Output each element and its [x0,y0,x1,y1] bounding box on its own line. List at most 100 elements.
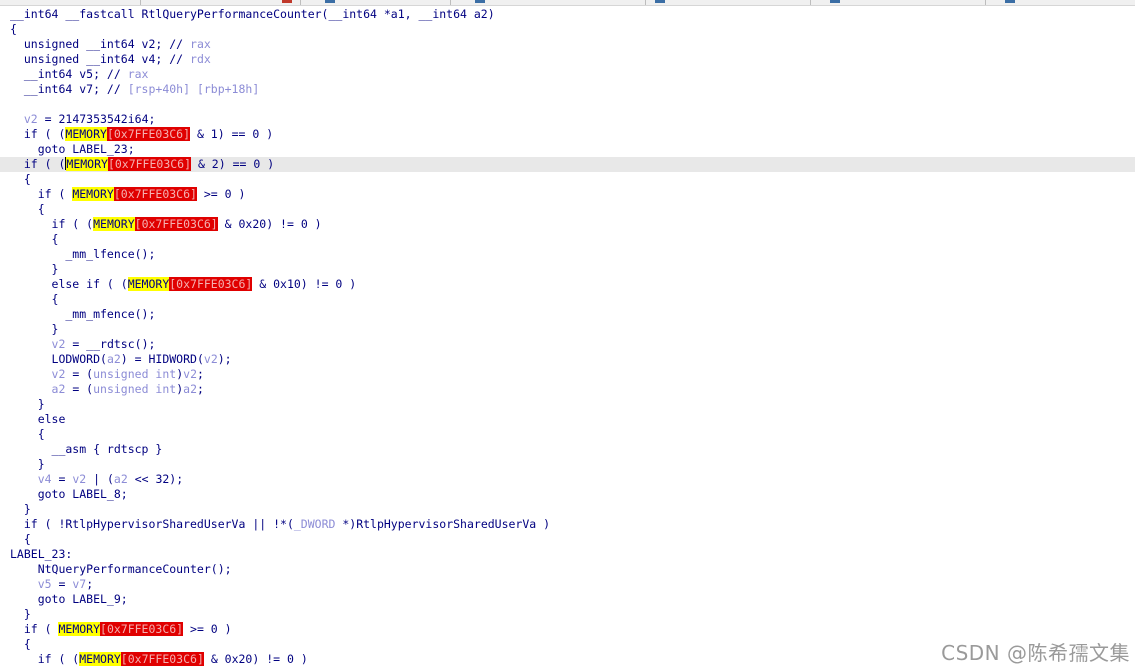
code-line[interactable]: if ( !RtlpHypervisorSharedUserVa || !*(_… [0,517,1135,532]
variable-token[interactable]: v4 [38,472,52,486]
pseudocode-view[interactable]: __int64 __fastcall RtlQueryPerformanceCo… [0,7,1135,667]
code-token: } [10,502,31,516]
code-line[interactable]: __asm { rdtscp } [0,442,1135,457]
code-line[interactable]: v4 = v2 | (a2 << 32); [0,472,1135,487]
memory-address-token[interactable]: [0x7FFE03C6] [100,622,184,636]
code-line[interactable]: _mm_lfence(); [0,247,1135,262]
code-token: >= 0 ) [196,187,246,201]
code-line[interactable]: goto LABEL_9; [0,592,1135,607]
code-line[interactable]: LABEL_23: [0,547,1135,562]
code-line[interactable]: a2 = (unsigned int)a2; [0,382,1135,397]
variable-token[interactable]: a2 [114,472,128,486]
code-token: } [10,322,59,336]
variable-token[interactable]: a2 [52,382,66,396]
code-line[interactable]: { [0,172,1135,187]
variable-token[interactable]: v2 [24,112,38,126]
code-line[interactable]: unsigned __int64 v2; // rax [0,37,1135,52]
code-line[interactable]: { [0,232,1135,247]
code-token: << 32); [127,472,184,486]
code-line[interactable]: if ( MEMORY[0x7FFE03C6] >= 0 ) [0,622,1135,637]
memory-address-token[interactable]: [0x7FFE03C6] [134,217,218,231]
tab-indicator[interactable] [1005,0,1015,3]
memory-address-token[interactable]: [0x7FFE03C6] [113,187,197,201]
code-line-current[interactable]: if ( (MEMORY[0x7FFE03C6] & 2) == 0 ) [0,157,1135,172]
label-token[interactable]: LABEL_23: [10,547,72,561]
memory-macro-token[interactable]: MEMORY [72,187,114,201]
code-line[interactable]: goto LABEL_8; [0,487,1135,502]
code-token: __int64 v7; // [10,82,128,96]
memory-address-token[interactable]: [0x7FFE03C6] [106,127,191,141]
code-line[interactable]: } [0,607,1135,622]
memory-address-token[interactable]: [0x7FFE03C6] [107,157,192,171]
code-line[interactable]: __int64 __fastcall RtlQueryPerformanceCo… [0,7,1135,22]
variable-token[interactable]: a2 [107,352,121,366]
code-line[interactable]: } [0,262,1135,277]
memory-macro-token[interactable]: MEMORY [93,217,135,231]
code-line[interactable]: { [0,427,1135,442]
code-token: _mm_lfence(); [10,247,156,261]
variable-token[interactable]: _DWORD [294,517,336,531]
variable-token[interactable]: v2 [72,472,86,486]
variable-token[interactable]: unsigned int [93,367,176,381]
code-line[interactable]: } [0,502,1135,517]
variable-token[interactable]: unsigned int [93,382,176,396]
memory-macro-token[interactable]: MEMORY [79,652,121,666]
tab-indicator[interactable] [475,0,485,3]
code-line[interactable]: } [0,457,1135,472]
code-line[interactable]: { [0,292,1135,307]
memory-macro-token[interactable]: MEMORY [127,277,170,291]
variable-token[interactable]: v5 [38,577,52,591]
code-line[interactable]: if ( (MEMORY[0x7FFE03C6] & 1) == 0 ) [0,127,1135,142]
code-token: { [10,637,31,651]
tab-indicator[interactable] [830,0,840,3]
code-token: if ( ( [10,127,66,141]
code-line[interactable]: goto LABEL_23; [0,142,1135,157]
code-line[interactable]: } [0,397,1135,412]
tab-indicator[interactable] [325,0,335,3]
code-line[interactable]: NtQueryPerformanceCounter(); [0,562,1135,577]
variable-token[interactable]: v2 [52,337,66,351]
variable-token[interactable]: v2 [52,367,66,381]
memory-macro-token[interactable]: MEMORY [58,622,101,636]
code-line[interactable]: __int64 v7; // [rsp+40h] [rbp+18h] [0,82,1135,97]
code-token: = ( [65,382,94,396]
comment-token: rax [127,67,149,81]
code-line[interactable]: v2 = __rdtsc(); [0,337,1135,352]
code-token: ; [197,367,204,381]
code-line[interactable]: v5 = v7; [0,577,1135,592]
code-token: ); [217,352,232,366]
memory-address-token[interactable]: [0x7FFE03C6] [169,277,253,291]
code-token: NtQueryPerformanceCounter(); [10,562,232,576]
memory-macro-token[interactable]: MEMORY [66,157,108,171]
code-line[interactable] [0,97,1135,112]
memory-macro-token[interactable]: MEMORY [65,127,107,141]
code-line[interactable]: { [0,532,1135,547]
code-line[interactable]: __int64 v5; // rax [0,67,1135,82]
code-line[interactable]: unsigned __int64 v4; // rdx [0,52,1135,67]
code-line[interactable]: { [0,22,1135,37]
code-token: } [10,262,59,276]
code-line[interactable]: if ( (MEMORY[0x7FFE03C6] & 0x20) != 0 ) [0,217,1135,232]
tab-indicator-red[interactable] [282,0,292,3]
code-line[interactable]: if ( MEMORY[0x7FFE03C6] >= 0 ) [0,187,1135,202]
code-token: { [10,202,45,216]
code-line[interactable]: v2 = 2147353542i64; [0,112,1135,127]
memory-address-token[interactable]: [0x7FFE03C6] [120,652,204,666]
variable-token[interactable]: v2 [204,352,218,366]
tab-indicator[interactable] [655,0,665,3]
variable-token[interactable]: v7 [72,577,86,591]
code-line[interactable]: LODWORD(a2) = HIDWORD(v2); [0,352,1135,367]
variable-token[interactable]: v2 [183,367,197,381]
code-line[interactable]: v2 = (unsigned int)v2; [0,367,1135,382]
editor-tab-strip[interactable] [0,0,1135,6]
code-line[interactable]: } [0,322,1135,337]
code-token: | ( [86,472,114,486]
code-line[interactable]: { [0,202,1135,217]
variable-token[interactable]: a2 [183,382,197,396]
code-line[interactable]: else [0,412,1135,427]
code-line[interactable]: else if ( (MEMORY[0x7FFE03C6] & 0x10) !=… [0,277,1135,292]
code-line[interactable]: _mm_mfence(); [0,307,1135,322]
